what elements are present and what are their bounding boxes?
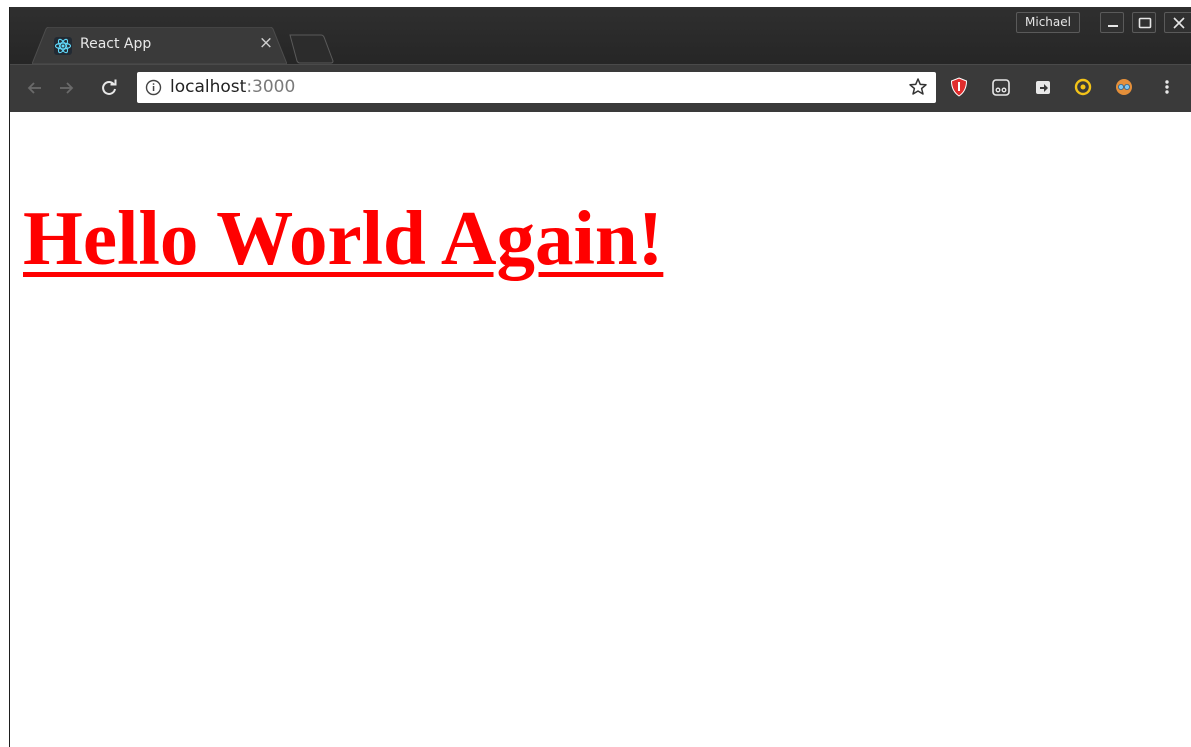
browser-toolbar: localhost:3000	[10, 64, 1191, 112]
reload-icon[interactable]	[98, 77, 120, 99]
tab-close-icon[interactable]: ×	[258, 35, 274, 52]
tab-title: React App	[80, 36, 152, 52]
page-content: Hello World Again!	[10, 112, 1191, 747]
extension-yellow-icon[interactable]	[1072, 76, 1094, 98]
ublock-icon[interactable]	[948, 76, 970, 98]
url-port: :3000	[246, 77, 296, 97]
star-icon[interactable]	[908, 77, 928, 97]
profile-button[interactable]: Michael	[1016, 12, 1080, 33]
extension-screenshot-icon[interactable]	[1032, 76, 1054, 98]
url-host: localhost	[170, 77, 247, 97]
extension-avatar-icon[interactable]	[1113, 76, 1135, 98]
close-icon	[1173, 17, 1185, 29]
tab-strip: React App × Michael	[10, 7, 1191, 64]
maximize-button[interactable]	[1132, 12, 1156, 33]
arrow-right-icon[interactable]	[55, 77, 77, 99]
new-tab-button[interactable]	[288, 34, 336, 64]
react-logo-icon	[54, 37, 72, 55]
tab-react-app[interactable]: React App ×	[32, 27, 287, 64]
kebab-menu-icon[interactable]	[1160, 76, 1174, 98]
address-bar[interactable]: localhost:3000	[137, 72, 936, 103]
close-window-button[interactable]	[1164, 12, 1191, 33]
minimize-icon	[1108, 25, 1118, 27]
maximize-icon	[1138, 17, 1152, 29]
page-heading: Hello World Again!	[23, 195, 664, 281]
arrow-left-icon[interactable]	[24, 77, 46, 99]
extension-mask-icon[interactable]	[990, 76, 1012, 98]
info-icon[interactable]	[145, 79, 162, 96]
browser-window: React App × Michael localhost:3000 Hello…	[9, 7, 1191, 747]
minimize-button[interactable]	[1100, 12, 1124, 33]
url-text: localhost:3000	[170, 78, 295, 97]
